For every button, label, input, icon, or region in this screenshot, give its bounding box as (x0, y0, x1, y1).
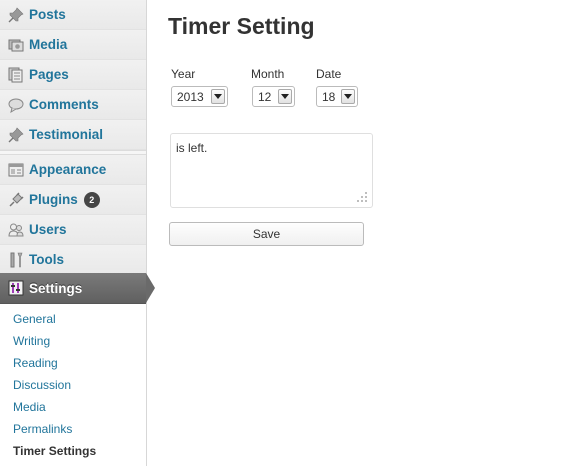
sidebar-item-label: Tools (29, 252, 64, 267)
sidebar-item-label: Posts (29, 7, 66, 22)
message-textarea[interactable]: is left. (170, 133, 373, 208)
submenu-item-timer-settings[interactable]: Timer Settings (13, 444, 96, 458)
date-select[interactable]: 18 (316, 86, 358, 107)
sidebar-item-label: Settings (29, 280, 83, 296)
sidebar-item-testimonial[interactable]: Testimonial (0, 120, 146, 150)
month-select[interactable]: 12 (252, 86, 295, 107)
sidebar-item-settings[interactable]: Settings (0, 273, 146, 304)
sidebar-item-tools[interactable]: Tools (0, 245, 146, 275)
users-icon (7, 221, 25, 239)
month-label: Month (251, 67, 285, 81)
year-label: Year (171, 67, 196, 81)
settings-submenu: General Writing Reading Discussion Media… (0, 304, 146, 466)
submenu-item-permalinks[interactable]: Permalinks (13, 422, 72, 436)
sidebar-item-label: Users (29, 222, 67, 237)
year-value: 2013 (177, 89, 204, 104)
sidebar-item-label: Plugins (29, 192, 78, 207)
settings-icon (7, 279, 25, 297)
update-count-badge: 2 (83, 191, 100, 208)
plug-icon (7, 191, 25, 209)
sidebar-item-label: Media (29, 37, 68, 52)
pushpin-icon (7, 126, 25, 144)
sidebar-item-users[interactable]: Users (0, 215, 146, 245)
sidebar-item-comments[interactable]: Comments (0, 90, 146, 120)
submenu-item-writing[interactable]: Writing (13, 334, 50, 348)
sidebar-item-label: Comments (29, 97, 99, 112)
sidebar-item-plugins[interactable]: Plugins 2 (0, 185, 146, 215)
sidebar-item-label: Testimonial (29, 127, 104, 142)
page-title: Timer Setting (168, 13, 315, 39)
tools-icon (7, 251, 25, 269)
appearance-icon (7, 161, 25, 179)
submenu-item-reading[interactable]: Reading (13, 356, 58, 370)
date-label: Date (316, 67, 342, 81)
year-select[interactable]: 2013 (171, 86, 228, 107)
save-button[interactable]: Save (169, 222, 364, 246)
chevron-down-icon[interactable] (341, 89, 355, 104)
sidebar-item-media[interactable]: Media (0, 30, 146, 60)
sidebar-item-label: Pages (29, 67, 69, 82)
submenu-item-media[interactable]: Media (13, 400, 46, 414)
pages-icon (7, 66, 25, 84)
chevron-down-icon[interactable] (278, 89, 292, 104)
comment-icon (7, 96, 25, 114)
sidebar-item-appearance[interactable]: Appearance (0, 155, 146, 185)
submenu-item-general[interactable]: General (13, 312, 56, 326)
active-menu-arrow (146, 273, 155, 303)
date-value: 18 (322, 89, 336, 104)
media-icon (7, 36, 25, 54)
sidebar-item-pages[interactable]: Pages (0, 60, 146, 90)
admin-sidebar: Posts Media Pages Comments Testimonial A… (0, 0, 147, 466)
sidebar-item-label: Appearance (29, 162, 107, 177)
submenu-item-discussion[interactable]: Discussion (13, 378, 71, 392)
sidebar-item-posts[interactable]: Posts (0, 0, 146, 30)
chevron-down-icon[interactable] (211, 89, 225, 104)
month-value: 12 (258, 89, 272, 104)
pushpin-icon (7, 6, 25, 24)
resize-grip-icon[interactable] (356, 191, 368, 203)
